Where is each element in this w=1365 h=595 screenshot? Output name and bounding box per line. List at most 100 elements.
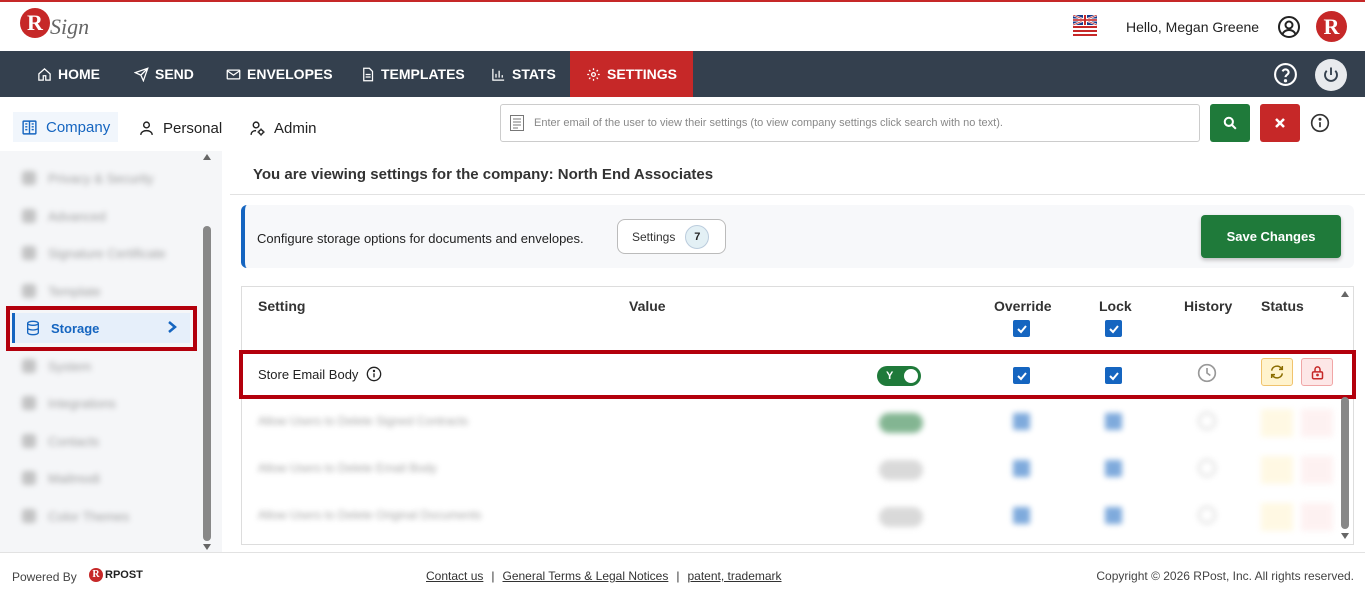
user-search-field[interactable] xyxy=(500,104,1200,142)
tab-personal[interactable]: Personal xyxy=(138,113,222,143)
sidebar-item-template[interactable]: Template xyxy=(22,279,101,303)
nav-home[interactable]: HOME xyxy=(37,51,100,97)
nav-settings-label: SETTINGS xyxy=(607,66,678,82)
save-changes-button[interactable]: Save Changes xyxy=(1201,215,1341,258)
store-email-body-toggle[interactable]: Y xyxy=(877,366,921,386)
nav-stats[interactable]: STATS xyxy=(491,51,556,97)
patent-link[interactable]: patent, trademark xyxy=(687,569,781,583)
lock-status-button[interactable] xyxy=(1301,456,1333,484)
sidebar-item-label: Signature Certificate xyxy=(48,245,166,261)
table-row: Allow Users to Delete Signed Contracts xyxy=(242,399,1338,445)
sidebar-item-integrations[interactable]: Integrations xyxy=(22,391,116,415)
setting-toggle[interactable] xyxy=(879,413,923,433)
sidebar-item-mailmodi[interactable]: Mailmodi xyxy=(22,466,100,490)
history-icon[interactable] xyxy=(1198,506,1216,524)
sidebar-item-privacy-security[interactable]: Privacy & Security xyxy=(22,166,153,190)
sidebar-item-color-themes[interactable]: Color Themes xyxy=(22,504,129,528)
check-icon xyxy=(1108,324,1119,333)
sync-status-button[interactable] xyxy=(1261,456,1293,484)
sidebar-scrollbar[interactable] xyxy=(201,151,213,552)
col-header-status: Status xyxy=(1261,298,1304,314)
logo-text: Sign xyxy=(50,14,90,39)
toggle-knob xyxy=(904,369,918,383)
override-all-checkbox[interactable] xyxy=(1013,320,1030,337)
sidebar-item-label: Advanced xyxy=(48,208,106,224)
logout-button[interactable] xyxy=(1315,59,1347,91)
uk-flag-icon[interactable] xyxy=(1072,14,1098,37)
template-icon xyxy=(22,284,36,298)
setting-store-email-body: Store Email Body xyxy=(258,366,382,382)
contact-us-link[interactable]: Contact us xyxy=(426,569,483,583)
tab-company[interactable]: Company xyxy=(13,112,119,142)
sidebar-item-system[interactable]: System xyxy=(22,354,91,378)
sidebar-scroll-thumb[interactable] xyxy=(203,226,211,541)
row-override-checkbox[interactable] xyxy=(1013,507,1030,524)
template-icon xyxy=(363,67,374,81)
sync-status-button[interactable] xyxy=(1261,358,1293,386)
info-icon[interactable] xyxy=(1310,113,1330,133)
row-lock-checkbox[interactable] xyxy=(1105,367,1122,384)
row-lock-checkbox[interactable] xyxy=(1105,413,1122,430)
table-scroll-thumb[interactable] xyxy=(1341,397,1349,529)
sidebar-item-label: Contacts xyxy=(48,433,100,449)
history-icon[interactable] xyxy=(1198,412,1216,430)
scroll-down-icon[interactable] xyxy=(202,543,212,551)
nav-envelopes-label: ENVELOPES xyxy=(247,66,333,82)
row-lock-checkbox[interactable] xyxy=(1105,507,1122,524)
setting-toggle[interactable] xyxy=(879,460,923,480)
col-header-value: Value xyxy=(629,298,666,314)
history-icon[interactable] xyxy=(1197,363,1217,388)
scroll-down-icon[interactable] xyxy=(1340,532,1350,540)
separator: | xyxy=(676,569,680,583)
close-icon xyxy=(1275,118,1285,128)
sidebar-item-label: Privacy & Security xyxy=(48,170,154,186)
advanced-icon xyxy=(22,209,36,223)
user-search-input[interactable] xyxy=(534,117,1184,129)
lock-status-button[interactable] xyxy=(1301,409,1333,437)
scroll-up-icon[interactable] xyxy=(1340,290,1350,298)
nav-envelopes[interactable]: ENVELOPES xyxy=(226,51,333,97)
scroll-up-icon[interactable] xyxy=(202,153,212,161)
copyright-text: Copyright © 2026 RPost, Inc. All rights … xyxy=(1096,569,1354,583)
settings-count-chip[interactable]: Settings 7 xyxy=(617,219,726,254)
row-override-checkbox[interactable] xyxy=(1013,367,1030,384)
history-icon[interactable] xyxy=(1198,459,1216,477)
sidebar-item-advanced[interactable]: Advanced xyxy=(22,204,106,228)
integrations-icon xyxy=(22,396,36,410)
rpost-brand-icon[interactable]: R xyxy=(1316,11,1347,42)
lock-all-checkbox[interactable] xyxy=(1105,320,1122,337)
logo-letter: R xyxy=(20,8,50,38)
greeting-text: Hello, Megan Greene xyxy=(1126,19,1260,35)
row-override-checkbox[interactable] xyxy=(1013,460,1030,477)
lock-status-button[interactable] xyxy=(1301,358,1333,386)
user-profile-icon[interactable] xyxy=(1277,15,1301,39)
tab-admin-label: Admin xyxy=(274,119,317,137)
search-button[interactable] xyxy=(1210,104,1250,142)
help-icon[interactable] xyxy=(1273,62,1298,87)
lock-status-button[interactable] xyxy=(1301,503,1333,531)
setting-label: Allow Users to Delete Signed Contracts xyxy=(258,414,469,428)
sidebar-item-contacts[interactable]: Contacts xyxy=(22,429,99,453)
rpost-logo[interactable]: R RPOST xyxy=(89,568,143,582)
setting-toggle[interactable] xyxy=(879,507,923,527)
table-scrollbar[interactable] xyxy=(1338,287,1352,544)
nav-templates[interactable]: TEMPLATES xyxy=(360,51,465,97)
info-icon[interactable] xyxy=(366,366,382,382)
sync-status-button[interactable] xyxy=(1261,409,1293,437)
terms-link[interactable]: General Terms & Legal Notices xyxy=(503,569,669,583)
separator: | xyxy=(491,569,495,583)
nav-send[interactable]: SEND xyxy=(134,51,194,97)
rpost-r-icon: R xyxy=(89,568,103,582)
tab-admin[interactable]: Admin xyxy=(249,113,317,143)
rsign-logo[interactable]: R Sign xyxy=(20,8,90,44)
table-row: Allow Users to Delete Email Body xyxy=(242,446,1338,492)
col-header-history: History xyxy=(1184,298,1233,314)
nav-settings[interactable]: SETTINGS xyxy=(570,51,694,97)
sync-status-button[interactable] xyxy=(1261,503,1293,531)
row-lock-checkbox[interactable] xyxy=(1105,460,1122,477)
clear-search-button[interactable] xyxy=(1260,104,1300,142)
sidebar-item-label: Template xyxy=(48,283,101,299)
send-icon xyxy=(134,66,149,82)
sidebar-item-signature-certificate[interactable]: Signature Certificate xyxy=(22,241,166,265)
row-override-checkbox[interactable] xyxy=(1013,413,1030,430)
